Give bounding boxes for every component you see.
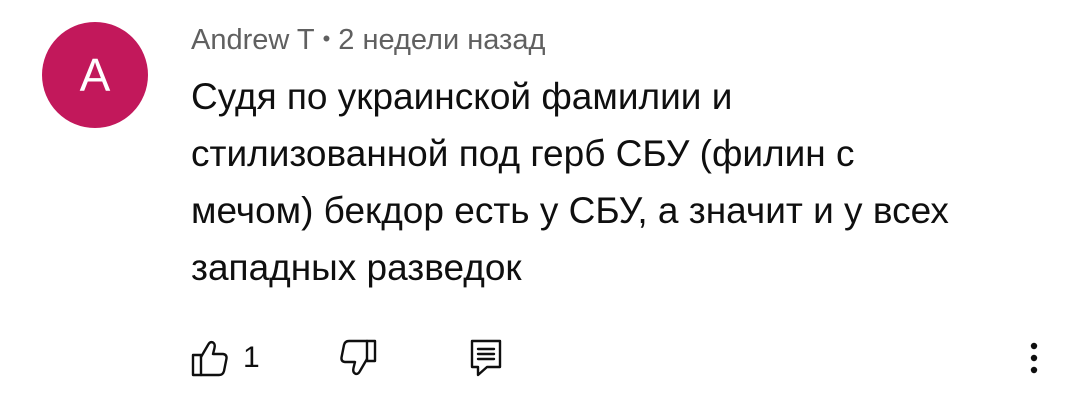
more-button[interactable]: [1019, 335, 1049, 381]
author-name[interactable]: Andrew T: [191, 24, 315, 57]
avatar[interactable]: A: [42, 22, 148, 128]
meta-separator: •: [322, 26, 331, 51]
comment-actions: 1: [191, 335, 1061, 381]
avatar-letter: A: [79, 49, 111, 101]
like-button[interactable]: 1: [191, 335, 260, 381]
thumbs-down-icon: [339, 338, 377, 378]
comment-text: Судя по украинской фамилии и стилизованн…: [191, 68, 1041, 296]
comment-header: Andrew T • 2 недели назад: [191, 22, 545, 58]
comment-text-line: западных разведок: [191, 247, 522, 288]
comment-text-line: мечом) бекдор есть у СБУ, а значит и у в…: [191, 190, 949, 231]
comment-time[interactable]: 2 недели назад: [338, 24, 545, 57]
reply-button[interactable]: [469, 335, 503, 381]
comment-text-line: стилизованной под герб СБУ (филин с: [191, 133, 855, 174]
reply-icon: [469, 338, 503, 378]
thumbs-up-icon: [191, 338, 229, 378]
like-count: 1: [243, 341, 260, 374]
comment-text-line: Судя по украинской фамилии и: [191, 76, 733, 117]
comment: A Andrew T • 2 недели назад Судя по укра…: [0, 0, 1080, 417]
dislike-button[interactable]: [339, 335, 377, 381]
more-vertical-icon: [1029, 341, 1039, 375]
